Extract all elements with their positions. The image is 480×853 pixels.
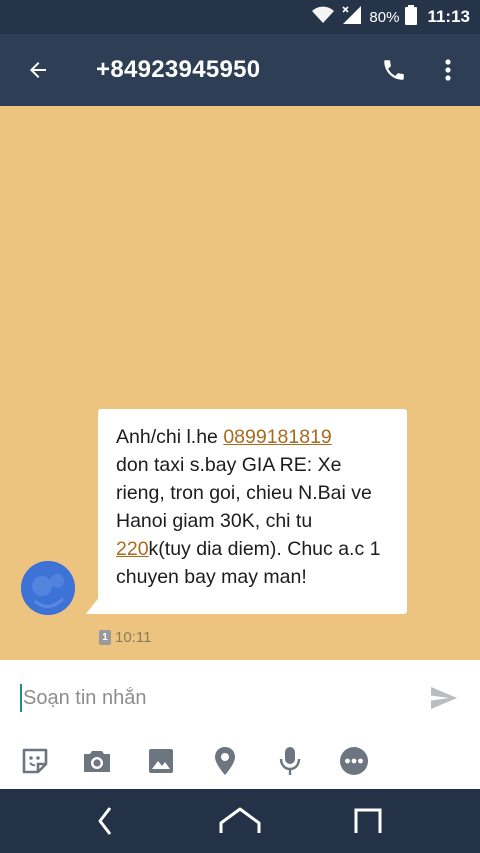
status-bar: 80% 11:13 bbox=[0, 0, 480, 34]
image-icon[interactable] bbox=[144, 744, 178, 778]
price-link[interactable]: 220 bbox=[116, 538, 149, 560]
battery-percent: 80% bbox=[369, 8, 400, 26]
phone-icon[interactable] bbox=[376, 52, 412, 88]
signal-icon bbox=[341, 5, 363, 30]
message-bubble[interactable]: Anh/chi l.he 0899181819 don taxi s.bay G… bbox=[98, 409, 407, 614]
location-icon[interactable] bbox=[208, 744, 242, 778]
send-icon[interactable] bbox=[428, 682, 460, 714]
app-bar: +84923945950 bbox=[0, 34, 480, 106]
compose-input[interactable] bbox=[20, 680, 403, 716]
message-text: don taxi s.bay GIA RE: Xe rieng, tron go… bbox=[116, 454, 372, 532]
more-options-icon[interactable] bbox=[337, 744, 371, 778]
message-meta: 1 10:11 bbox=[99, 628, 151, 646]
conversation-title: +84923945950 bbox=[96, 56, 261, 83]
back-arrow-icon[interactable] bbox=[20, 52, 56, 88]
status-time: 11:13 bbox=[427, 7, 470, 26]
message-time: 10:11 bbox=[115, 628, 152, 646]
message-text: Anh/chi l.he bbox=[116, 426, 224, 448]
wifi-icon bbox=[311, 5, 335, 30]
back-icon[interactable] bbox=[83, 801, 127, 841]
conversation-area[interactable]: Anh/chi l.he 0899181819 don taxi s.bay G… bbox=[0, 106, 480, 660]
message-text: k(tuy dia diem). Chuc a.c 1 chuyen bay m… bbox=[116, 538, 381, 588]
camera-icon[interactable] bbox=[80, 744, 114, 778]
text-caret bbox=[20, 684, 22, 712]
attachment-toolbar bbox=[0, 744, 480, 782]
compose-input-wrap bbox=[20, 680, 403, 716]
more-vert-icon[interactable] bbox=[430, 52, 466, 88]
battery-icon bbox=[405, 4, 418, 30]
sim-badge: 1 bbox=[99, 629, 111, 645]
compose-area bbox=[0, 660, 480, 789]
phone-number-link[interactable]: 0899181819 bbox=[223, 426, 331, 448]
recents-icon[interactable] bbox=[346, 801, 390, 841]
avatar[interactable] bbox=[21, 561, 75, 615]
navigation-bar bbox=[0, 789, 480, 853]
home-icon[interactable] bbox=[218, 801, 262, 841]
microphone-icon[interactable] bbox=[273, 744, 307, 778]
sticker-icon[interactable] bbox=[18, 744, 52, 778]
